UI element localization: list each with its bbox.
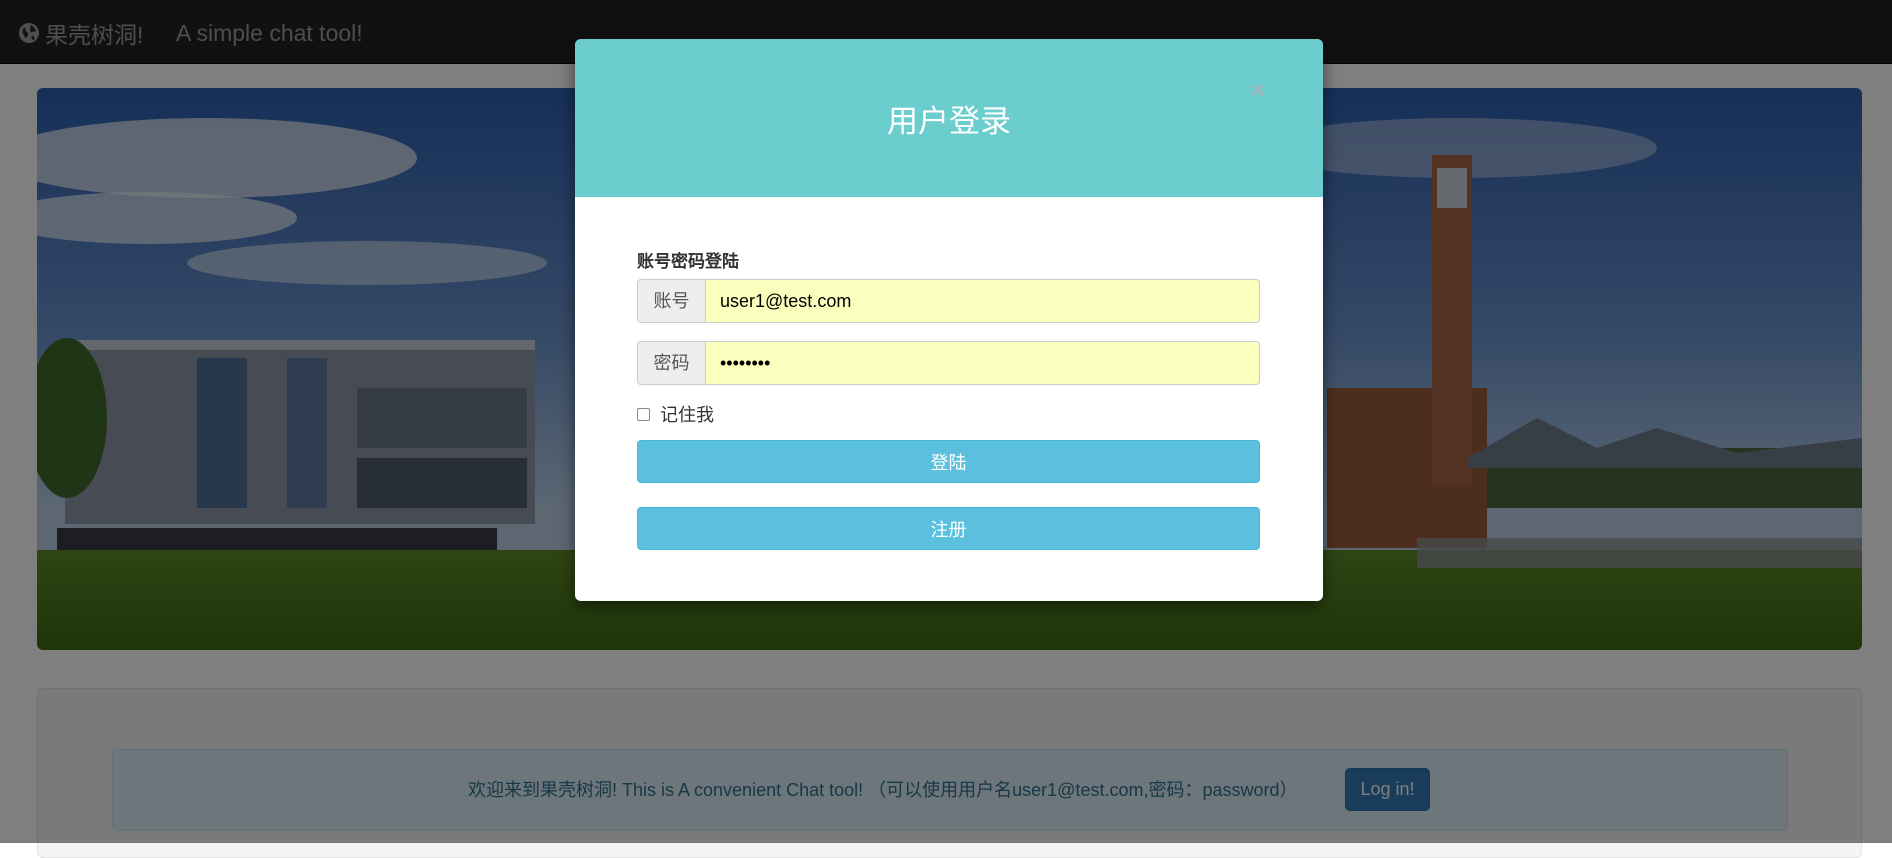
password-input-group: 密码	[637, 341, 1260, 385]
login-submit-button[interactable]: 登陆	[637, 440, 1260, 483]
remember-me-label: 记住我	[660, 405, 714, 425]
password-input[interactable]	[705, 341, 1260, 385]
account-addon-label: 账号	[637, 279, 705, 323]
modal-title: 用户登录	[887, 104, 1011, 139]
password-addon-label: 密码	[637, 341, 705, 385]
close-icon[interactable]: ×	[1243, 76, 1273, 106]
account-input-group: 账号	[637, 279, 1260, 323]
register-button[interactable]: 注册	[637, 507, 1260, 550]
remember-me-checkbox[interactable]	[637, 407, 650, 421]
login-modal: 用户登录 × 账号密码登陆 账号 密码 记住我 登陆 注册	[575, 39, 1323, 601]
modal-header: 用户登录 ×	[575, 39, 1323, 197]
remember-me[interactable]: 记住我	[637, 402, 714, 426]
login-method-label: 账号密码登陆	[637, 252, 739, 271]
account-input[interactable]	[705, 279, 1260, 323]
